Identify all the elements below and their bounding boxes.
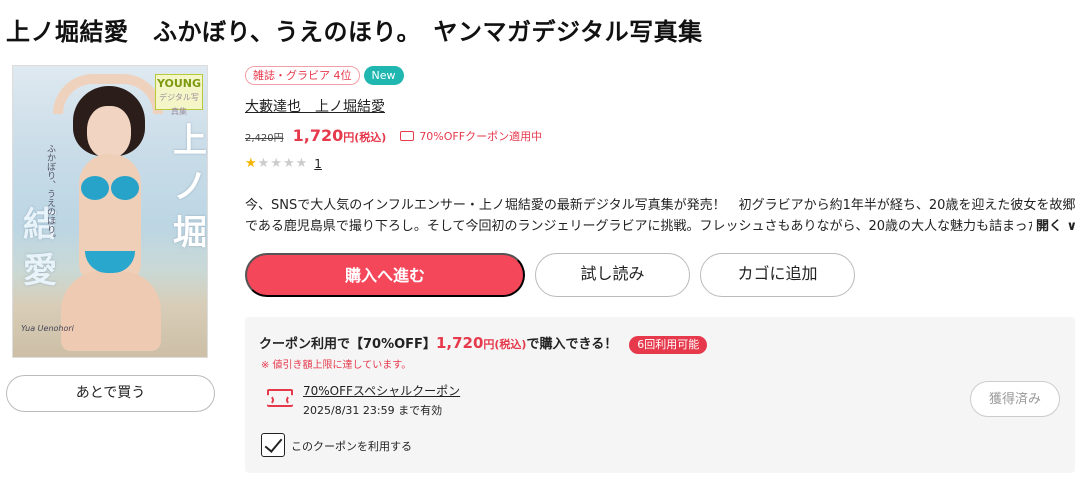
coupon-applied-note: 70%OFFクーポン適用中 (400, 128, 542, 144)
page-title: 上ノ堀結愛 ふかぼり、うえのほり。 ヤンマガデジタル写真集 (6, 18, 703, 46)
price-suffix: 円(税込) (343, 131, 387, 144)
expand-description-toggle[interactable]: 開く ∨ (1032, 216, 1078, 237)
cover-subtitle: ふかぼり、うえのほり。 (45, 144, 55, 243)
badges: 雑誌・グラビア 4位 New (245, 66, 404, 85)
cover-logo: YOUNG デジタル写真集 (155, 74, 203, 116)
rating: ★ ★ ★ ★ ★ 1 (245, 156, 322, 171)
coupon-limit-warning: ※ 値引き額上限に達しています。 (261, 360, 412, 371)
use-coupon-checkbox[interactable] (261, 433, 285, 457)
use-coupon-label[interactable]: このクーポンを利用する (291, 438, 412, 454)
description: 今、SNSで大人気のインフルエンサー・上ノ堀結愛の最新デジタル写真集が発売！ 初… (245, 198, 1076, 234)
coupon-panel: クーポン利用で【70%OFF】 1,720 円(税込) で購入できる！ 6回利用… (245, 317, 1075, 473)
sale-price: 1,720 (292, 126, 344, 145)
star-icon: ★ (257, 156, 270, 171)
buy-button[interactable]: 購入へ進む (245, 253, 525, 297)
price-row: 2,420円 1,720 円(税込) 70%OFFクーポン適用中 (245, 126, 542, 145)
new-badge: New (363, 66, 404, 85)
star-icon: ★ (245, 156, 257, 171)
cover-name-right: 上ノ堀 (173, 121, 207, 253)
coupon-headline: クーポン利用で【70%OFF】 1,720 円(税込) で購入できる！ 6回利用… (259, 333, 708, 354)
rank-badge[interactable]: 雑誌・グラビア 4位 (245, 66, 360, 85)
ticket-icon (264, 389, 296, 407)
cover-image[interactable]: YOUNG デジタル写真集 上ノ堀 結愛 ふかぼり、うえのほり。 Yua Ueno… (12, 65, 208, 358)
star-icon: ★ (295, 156, 308, 171)
coupon-acquired-button[interactable]: 獲得済み (970, 381, 1060, 417)
author-links[interactable]: 大藪達也 上ノ堀結愛 (245, 96, 385, 116)
review-count-link[interactable]: 1 (314, 157, 322, 171)
coupon-tag-icon (400, 131, 415, 141)
star-icon: ★ (282, 156, 295, 171)
star-icon: ★ (270, 156, 282, 171)
trial-read-button[interactable]: 試し読み (535, 253, 690, 297)
cover-romaji: Yua Uenohori (21, 324, 74, 333)
coupon-expiry: 2025/8/31 23:59 まで有効 (303, 404, 443, 417)
add-to-cart-button[interactable]: カゴに追加 (700, 253, 855, 297)
coupon-uses-badge: 6回利用可能 (629, 336, 708, 354)
coupon-name-link[interactable]: 70%OFFスペシャルクーポン (303, 382, 460, 399)
buy-later-button[interactable]: あとで買う (6, 375, 215, 412)
original-price: 2,420円 (245, 133, 284, 144)
